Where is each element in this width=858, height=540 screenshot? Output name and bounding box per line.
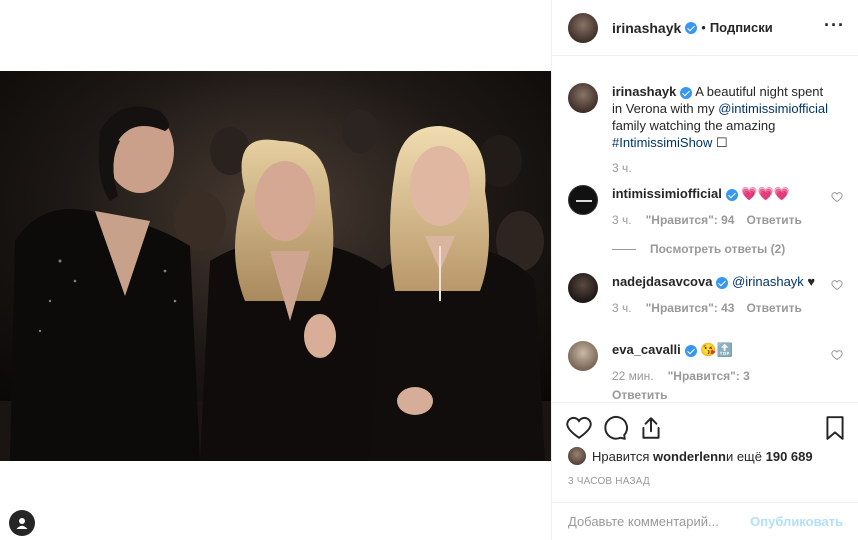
comment-time: 22 мин. xyxy=(612,369,654,383)
verified-icon xyxy=(685,21,698,34)
post-photo[interactable] xyxy=(0,71,551,461)
comment-meta: 3 ч. "Нравится": 94 Ответить xyxy=(612,212,832,229)
following-button[interactable]: Подписки xyxy=(710,20,773,35)
likes-prefix: Нравится xyxy=(592,448,650,464)
view-replies-button[interactable]: Посмотреть ответы (2) xyxy=(612,241,832,258)
comments-list[interactable]: irinashayk A beautiful night spent in Ve… xyxy=(552,57,858,402)
comment-icon[interactable] xyxy=(602,415,628,441)
avatar[interactable] xyxy=(568,341,598,371)
header-dot: • xyxy=(701,20,706,35)
caption-hashtag[interactable]: #IntimissimiShow xyxy=(612,135,712,150)
reply-button[interactable]: Ответить xyxy=(612,388,667,402)
avatar[interactable] xyxy=(568,12,598,43)
photo-area xyxy=(0,0,551,540)
verified-icon xyxy=(680,86,693,99)
comment-meta: 22 мин. "Нравится": 3 xyxy=(612,368,832,385)
comment-like-icon[interactable] xyxy=(831,279,843,291)
comment-username[interactable]: intimissimiofficial xyxy=(612,186,722,201)
comment-text: ♥ xyxy=(803,274,816,289)
caption-symbol: ☐ xyxy=(712,135,728,150)
replies-divider xyxy=(612,249,636,250)
comment-text: 😘🔝 xyxy=(696,342,733,357)
likes-mid: и ещё xyxy=(725,448,762,464)
post-side-panel: irinashayk • Подписки ··· irinashayk A b… xyxy=(551,0,858,540)
liker-avatar xyxy=(568,447,586,465)
caption-mention[interactable]: @intimissimiofficial xyxy=(718,101,828,116)
comment-like-icon[interactable] xyxy=(831,349,843,361)
share-icon[interactable] xyxy=(638,415,664,441)
reply-button[interactable]: Ответить xyxy=(746,301,801,315)
action-icons xyxy=(566,415,846,441)
comment-time: 3 ч. xyxy=(612,213,632,227)
post-actions: Нравится wonderlenn и ещё 190 689 3 ЧАСО… xyxy=(552,402,858,502)
profile-icon[interactable] xyxy=(9,510,35,536)
comment-meta: 3 ч. "Нравится": 43 Ответить xyxy=(612,300,832,317)
comment-likes[interactable]: "Нравится": 43 xyxy=(646,301,735,315)
comment-like-icon[interactable] xyxy=(831,191,843,203)
more-icon[interactable]: ··· xyxy=(824,16,845,34)
comment-username[interactable]: eva_cavalli xyxy=(612,342,681,357)
publish-button[interactable]: Опубликовать xyxy=(750,514,843,529)
liker-username[interactable]: wonderlenn xyxy=(653,449,726,464)
comment-mention[interactable]: @irinashayk xyxy=(732,274,804,289)
avatar[interactable] xyxy=(568,185,598,215)
comment-meta-reply: Ответить xyxy=(612,387,832,402)
likes-count[interactable]: 190 689 xyxy=(766,449,813,464)
caption-text-2: family watching the amazing xyxy=(612,118,776,133)
verified-icon xyxy=(725,188,738,201)
comment-likes[interactable]: "Нравится": 3 xyxy=(668,369,750,383)
verified-icon xyxy=(716,276,729,289)
comment-text: 💗💗💗 xyxy=(737,186,790,201)
avatar[interactable] xyxy=(568,83,598,113)
reply-button[interactable]: Ответить xyxy=(746,213,801,227)
heart-icon[interactable] xyxy=(566,415,592,441)
verified-icon xyxy=(684,344,697,357)
comment-input[interactable] xyxy=(568,514,751,529)
post-header: irinashayk • Подписки ··· xyxy=(552,0,858,56)
comment-username[interactable]: nadejdasavcova xyxy=(612,274,712,289)
header-username[interactable]: irinashayk xyxy=(612,20,681,36)
comment-likes[interactable]: "Нравится": 94 xyxy=(646,213,735,227)
caption-username[interactable]: irinashayk xyxy=(612,84,676,99)
photo-illustration xyxy=(0,71,551,461)
add-comment-bar: Опубликовать xyxy=(552,502,858,540)
comment-time: 3 ч. xyxy=(612,301,632,315)
likes-summary[interactable]: Нравится wonderlenn и ещё 190 689 xyxy=(568,447,813,465)
post-timestamp: 3 ЧАСОВ НАЗАД xyxy=(568,476,650,487)
caption-time: 3 ч. xyxy=(612,161,632,175)
bookmark-icon[interactable] xyxy=(822,415,848,441)
avatar[interactable] xyxy=(568,273,598,303)
